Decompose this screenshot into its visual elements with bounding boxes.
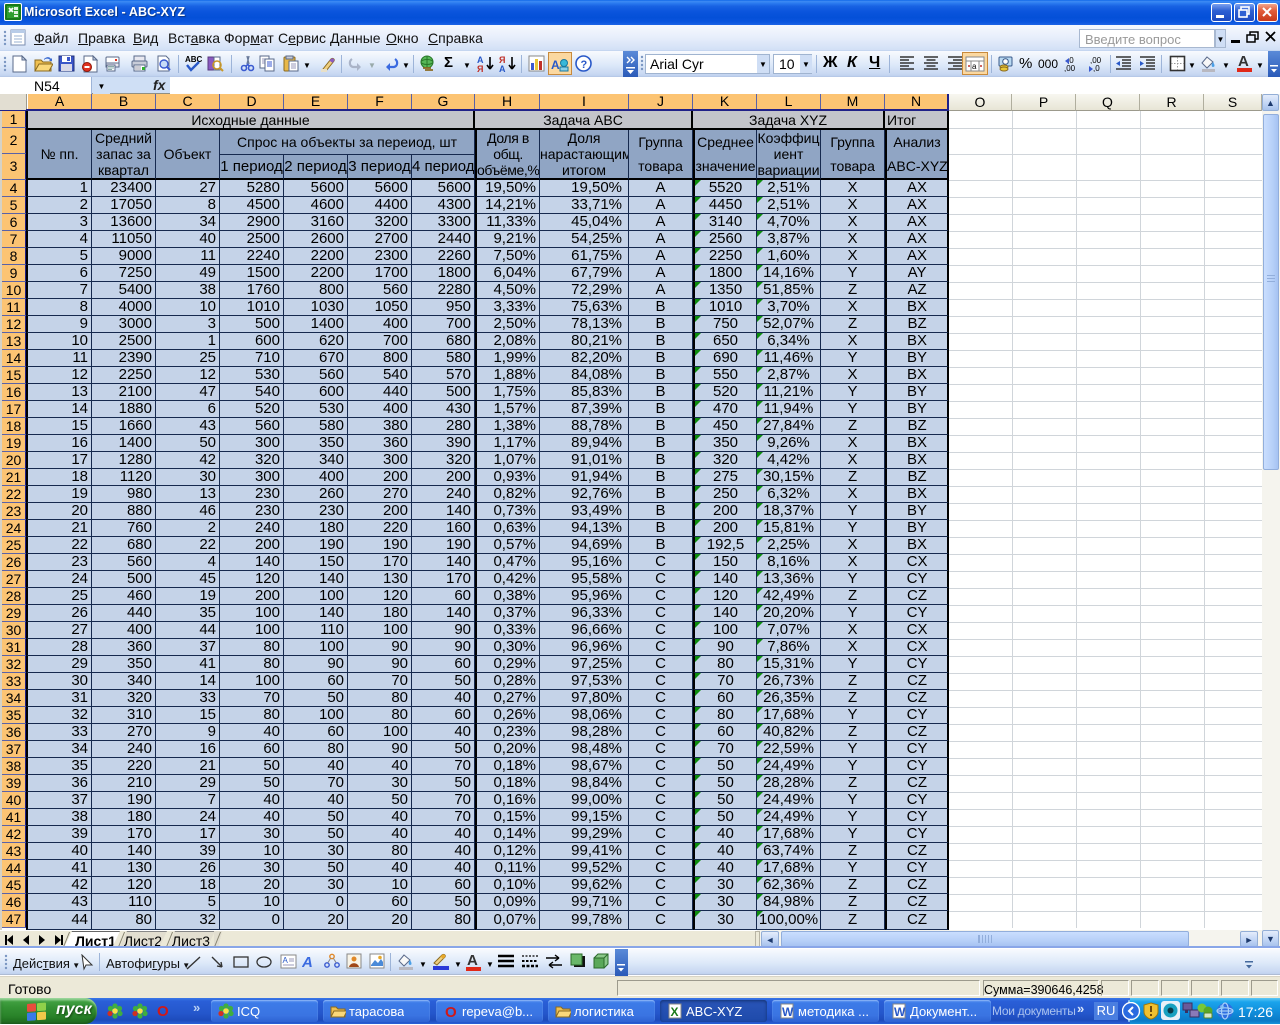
svg-text:O: O	[445, 1004, 457, 1019]
svg-text:W: W	[782, 1005, 794, 1019]
svg-text:O: O	[157, 1003, 169, 1020]
svg-text:A: A	[551, 58, 560, 72]
svg-text:,0: ,0	[1093, 64, 1100, 73]
svg-text:А: А	[499, 64, 506, 73]
svg-text:ABC: ABC	[185, 55, 203, 64]
svg-text:W: W	[894, 1005, 906, 1019]
svg-text:А: А	[302, 954, 313, 970]
svg-text:А: А	[283, 956, 289, 965]
svg-text:Я: Я	[477, 64, 483, 73]
svg-text:a: a	[972, 62, 977, 71]
svg-text:?: ?	[581, 59, 588, 71]
svg-text:,00: ,00	[1064, 64, 1076, 73]
svg-text:X: X	[671, 1005, 679, 1019]
